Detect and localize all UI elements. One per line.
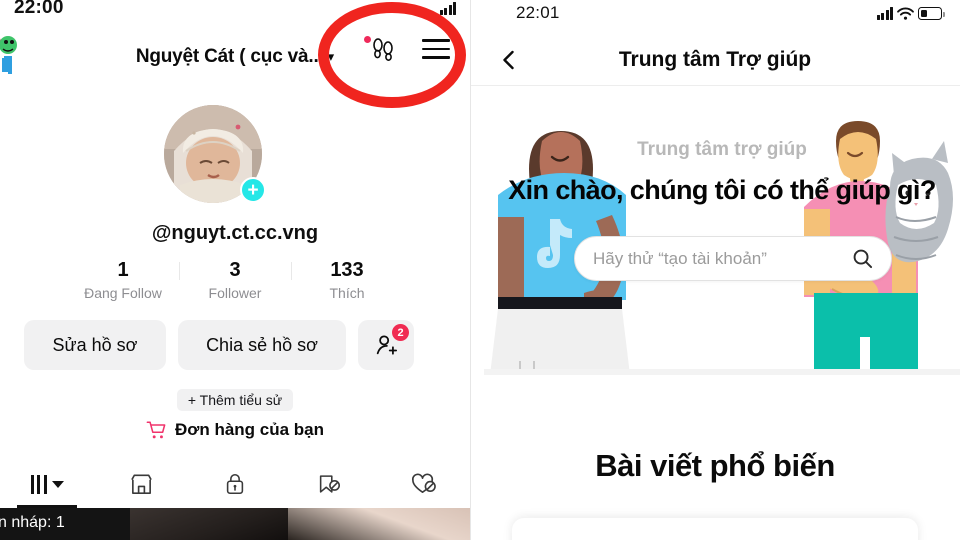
- search-icon[interactable]: [852, 248, 873, 269]
- lock-icon: [226, 473, 244, 495]
- video-tile[interactable]: [288, 508, 470, 540]
- panel-divider: [470, 0, 471, 540]
- add-bio-button[interactable]: + Thêm tiểu sử: [0, 389, 470, 411]
- status-icons-left: [439, 1, 456, 15]
- screenshot-root: 22:00 Nguyệt Cát ( cục và... ▾ + @nguyt.…: [0, 0, 960, 540]
- notification-dot: [364, 36, 371, 43]
- tab-saved[interactable]: [282, 460, 376, 508]
- tab-shop[interactable]: [94, 460, 188, 508]
- wifi-icon: [897, 7, 914, 20]
- draft-label: n nháp: 1: [0, 514, 65, 531]
- profile-action-row: Sửa hồ sơ Chia sẻ hồ sơ 2: [24, 320, 414, 370]
- stat-label: Thích: [329, 285, 365, 301]
- stat-label: Đang Follow: [84, 285, 162, 301]
- add-to-profile-badge[interactable]: +: [240, 177, 266, 203]
- avatar[interactable]: +: [164, 105, 266, 203]
- shopping-cart-icon: [146, 421, 166, 439]
- help-center-hero: Trung tâm trợ giúp Xin chào, chúng tôi c…: [484, 97, 960, 375]
- hero-kicker: Trung tâm trợ giúp: [637, 139, 807, 160]
- add-friend-badge: 2: [392, 324, 409, 341]
- profile-handle: @nguyt.ct.cc.vng: [151, 222, 319, 244]
- grid-posts-icon: [30, 474, 64, 494]
- draft-tile[interactable]: n nháp: 1: [0, 508, 130, 540]
- tab-liked[interactable]: [376, 460, 470, 508]
- back-chevron-icon[interactable]: [496, 47, 522, 73]
- popular-article-card[interactable]: [512, 518, 918, 540]
- profile-tabbar: [0, 460, 470, 508]
- tab-private[interactable]: [188, 460, 282, 508]
- page-title: Nguyệt Cát ( cục và...: [135, 46, 324, 67]
- search-input[interactable]: Hãy thử “tạo tài khoản”: [574, 236, 892, 281]
- stat-following[interactable]: 1 Đang Follow: [67, 258, 179, 301]
- signal-bars-icon: [876, 7, 893, 20]
- stat-value: 3: [229, 259, 241, 281]
- status-time-right: 22:01: [516, 3, 560, 22]
- signal-bars-icon: [439, 2, 456, 15]
- your-orders-label: Đơn hàng của bạn: [174, 420, 325, 439]
- profile-header-actions: [364, 36, 450, 62]
- battery-low-icon: [918, 7, 945, 20]
- tiktok-profile-panel: 22:00 Nguyệt Cát ( cục và... ▾ + @nguyt.…: [0, 0, 470, 540]
- popular-articles-title: Bài viết phổ biến: [595, 448, 835, 483]
- status-bar-right: 22:01: [470, 0, 960, 26]
- share-profile-button[interactable]: Chia sẻ hồ sơ: [178, 320, 346, 370]
- footprint-icon[interactable]: [364, 36, 396, 62]
- edit-profile-button[interactable]: Sửa hồ sơ: [24, 320, 166, 370]
- stat-likes[interactable]: 133 Thích: [291, 258, 403, 301]
- chevron-down-icon: ▾: [327, 49, 335, 64]
- profile-stats: 1 Đang Follow 3 Follower 133 Thích: [0, 258, 470, 301]
- hamburger-menu-icon[interactable]: [422, 39, 450, 59]
- video-tile[interactable]: [130, 508, 288, 540]
- hero-headline: Xin chào, chúng tôi có thể giúp gì?: [508, 175, 936, 205]
- bookmark-hidden-icon: [319, 474, 341, 493]
- your-orders-row[interactable]: Đơn hàng của bạn: [0, 420, 470, 440]
- page-title: Trung tâm Trợ giúp: [618, 47, 812, 71]
- storefront-icon: [130, 474, 152, 494]
- status-bar-left: 22:00: [0, 0, 470, 20]
- search-placeholder: Hãy thử “tạo tài khoản”: [593, 248, 767, 268]
- video-grid-strip: n nháp: 1: [0, 508, 470, 540]
- stat-value: 133: [330, 259, 364, 281]
- tab-grid-posts[interactable]: [0, 460, 94, 508]
- help-center-panel: 22:01 Trung tâm Trợ giúp Trung tâm trợ g…: [470, 0, 960, 540]
- status-time-left: 22:00: [14, 0, 64, 18]
- add-bio-label: + Thêm tiểu sử: [176, 389, 294, 411]
- add-friend-button[interactable]: 2: [358, 320, 414, 370]
- heart-hidden-icon: [411, 473, 436, 493]
- chevron-down-icon: [51, 480, 64, 488]
- stat-followers[interactable]: 3 Follower: [179, 258, 291, 301]
- help-center-header: Trung tâm Trợ giúp: [470, 34, 960, 86]
- stat-value: 1: [117, 259, 129, 281]
- stat-label: Follower: [208, 285, 262, 301]
- status-icons-right: [876, 6, 945, 20]
